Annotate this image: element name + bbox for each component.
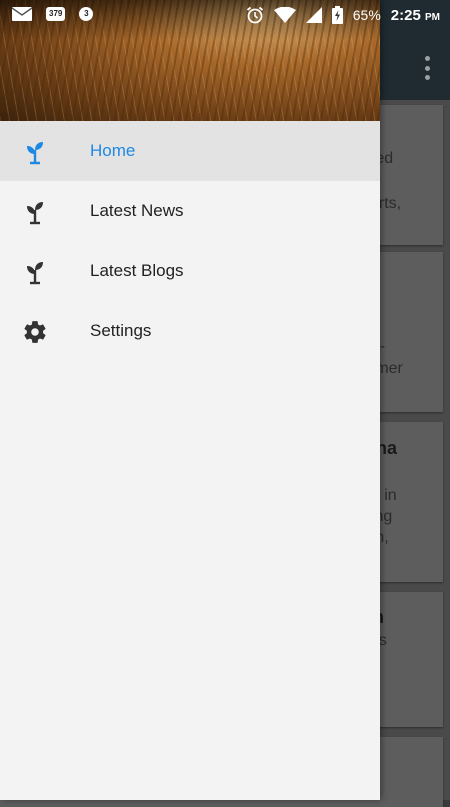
navigation-drawer: Home Latest News Latest Blogs Settings — [0, 0, 380, 800]
drawer-item-settings[interactable]: Settings — [0, 301, 380, 361]
drawer-item-label: Home — [90, 141, 136, 160]
battery-percent: 65% — [352, 7, 381, 23]
drawer-item-label: Settings — [90, 321, 152, 340]
signal-icon — [305, 7, 322, 23]
notification-badge: 379 — [46, 7, 66, 21]
battery-icon — [331, 6, 343, 24]
sprout-icon — [27, 202, 43, 225]
sprout-icon — [27, 142, 43, 165]
clock: 2:25 PM — [390, 6, 440, 24]
overflow-menu-icon[interactable] — [424, 56, 430, 80]
drawer-menu: Home Latest News Latest Blogs Settings — [0, 121, 380, 361]
drawer-item-home[interactable]: Home — [0, 121, 380, 181]
drawer-item-latest-news[interactable]: Latest News — [0, 181, 380, 241]
mail-icon — [12, 7, 32, 21]
wifi-icon — [273, 7, 296, 23]
drawer-item-label: Latest Blogs — [90, 261, 184, 280]
alarm-icon — [246, 6, 263, 24]
gear-icon — [24, 321, 46, 343]
sprout-icon — [27, 262, 43, 285]
drawer-item-label: Latest News — [90, 201, 184, 220]
notification-badge: 3 — [79, 7, 94, 21]
drawer-item-latest-blogs[interactable]: Latest Blogs — [0, 241, 380, 301]
status-bar: 379 3 65% 2:25 PM — [0, 0, 450, 32]
